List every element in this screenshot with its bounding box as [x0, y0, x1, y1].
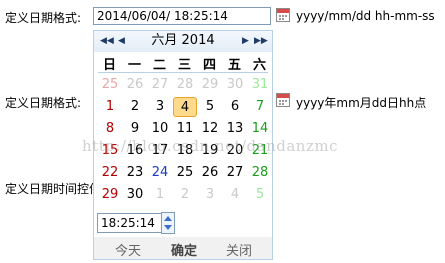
- day-cell[interactable]: 25: [98, 75, 122, 95]
- day-cell[interactable]: 19: [198, 141, 222, 161]
- date-input[interactable]: [93, 7, 271, 25]
- day-cell[interactable]: 12: [198, 119, 222, 139]
- day-cell[interactable]: 29: [198, 75, 222, 95]
- day-cell[interactable]: 2: [123, 97, 147, 117]
- prev-month-button[interactable]: ◀: [118, 34, 125, 48]
- weekday-header: 日: [102, 58, 116, 73]
- weekday-divider: [98, 72, 268, 73]
- day-cell[interactable]: 22: [98, 163, 122, 183]
- next-month-button[interactable]: ▶: [242, 34, 249, 48]
- day-cell[interactable]: 13: [223, 119, 247, 139]
- time-spinner[interactable]: [161, 212, 175, 234]
- day-cell[interactable]: 10: [148, 119, 172, 139]
- close-button[interactable]: 关闭: [226, 240, 252, 259]
- day-cell[interactable]: 11: [173, 119, 197, 139]
- day-cell[interactable]: 28: [173, 75, 197, 95]
- day-cell[interactable]: 31: [248, 75, 272, 95]
- date-format-label-2: 定义日期格式:: [5, 96, 82, 110]
- day-cell[interactable]: 9: [123, 119, 147, 139]
- day-cell[interactable]: 27: [148, 75, 172, 95]
- weekday-header: 二: [152, 58, 166, 73]
- day-cell[interactable]: 26: [123, 75, 147, 95]
- day-cell[interactable]: 14: [248, 119, 272, 139]
- weekday-header: 五: [227, 58, 241, 73]
- format-hint-1: yyyy/mm/dd hh-mm-ss: [296, 9, 435, 23]
- month-year-title[interactable]: 六月 2014: [144, 33, 222, 49]
- day-cell[interactable]: 24: [148, 163, 172, 183]
- day-cell[interactable]: 30: [123, 185, 147, 205]
- day-cell[interactable]: 5: [248, 185, 272, 205]
- day-cell[interactable]: 21: [248, 141, 272, 161]
- day-cell[interactable]: 3: [148, 97, 172, 117]
- day-cell[interactable]: 18: [173, 141, 197, 161]
- calendar-icon[interactable]: [276, 8, 290, 22]
- weekday-header: 一: [127, 58, 141, 73]
- day-cell[interactable]: 17: [148, 141, 172, 161]
- next-year-button[interactable]: ▶▶: [254, 34, 268, 48]
- day-cell[interactable]: 23: [123, 163, 147, 183]
- date-picker: ◀◀ ◀ 六月 2014 ▶ ▶▶ 日一二三四五六 25 26 27 28 29 30 31…: [93, 30, 273, 260]
- calendar-icon[interactable]: [276, 93, 290, 107]
- day-cell[interactable]: 25: [173, 163, 197, 183]
- picker-nav: ◀◀ ◀ 六月 2014 ▶ ▶▶: [94, 31, 272, 52]
- weekday-header: 六: [252, 58, 266, 73]
- day-cell[interactable]: 28: [248, 163, 272, 183]
- weekday-header: 三: [177, 58, 191, 73]
- day-cell[interactable]: 7: [248, 97, 272, 117]
- weekday-header: 四: [202, 58, 216, 73]
- day-cell[interactable]: 4: [223, 185, 247, 205]
- day-cell[interactable]: 3: [198, 185, 222, 205]
- spin-down-icon[interactable]: [164, 225, 172, 230]
- prev-year-button[interactable]: ◀◀: [100, 34, 114, 48]
- today-button[interactable]: 今天: [115, 240, 141, 259]
- day-cell[interactable]: 30: [223, 75, 247, 95]
- day-cell[interactable]: 16: [123, 141, 147, 161]
- spin-up-icon[interactable]: [164, 216, 172, 221]
- day-cell[interactable]: 27: [223, 163, 247, 183]
- ok-button[interactable]: 确定: [171, 240, 197, 259]
- day-cell[interactable]: 15: [98, 141, 122, 161]
- day-cell[interactable]: 5: [198, 97, 222, 117]
- day-cell[interactable]: 1: [148, 185, 172, 205]
- format-hint-2: yyyy年mm月dd日hh点: [296, 96, 427, 110]
- picker-footer: 今天 确定 关闭: [94, 237, 272, 259]
- day-cell[interactable]: 6: [223, 97, 247, 117]
- day-cell[interactable]: 20: [223, 141, 247, 161]
- day-cell[interactable]: 2: [173, 185, 197, 205]
- day-cell[interactable]: 4: [173, 97, 197, 117]
- day-cell[interactable]: 29: [98, 185, 122, 205]
- day-cell[interactable]: 8: [98, 119, 122, 139]
- day-cell[interactable]: 26: [198, 163, 222, 183]
- day-cell[interactable]: 1: [98, 97, 122, 117]
- date-format-label-1: 定义日期格式:: [5, 11, 82, 25]
- datetime-control-label: 定义日期时间控件: [5, 182, 102, 196]
- time-input[interactable]: [97, 213, 162, 233]
